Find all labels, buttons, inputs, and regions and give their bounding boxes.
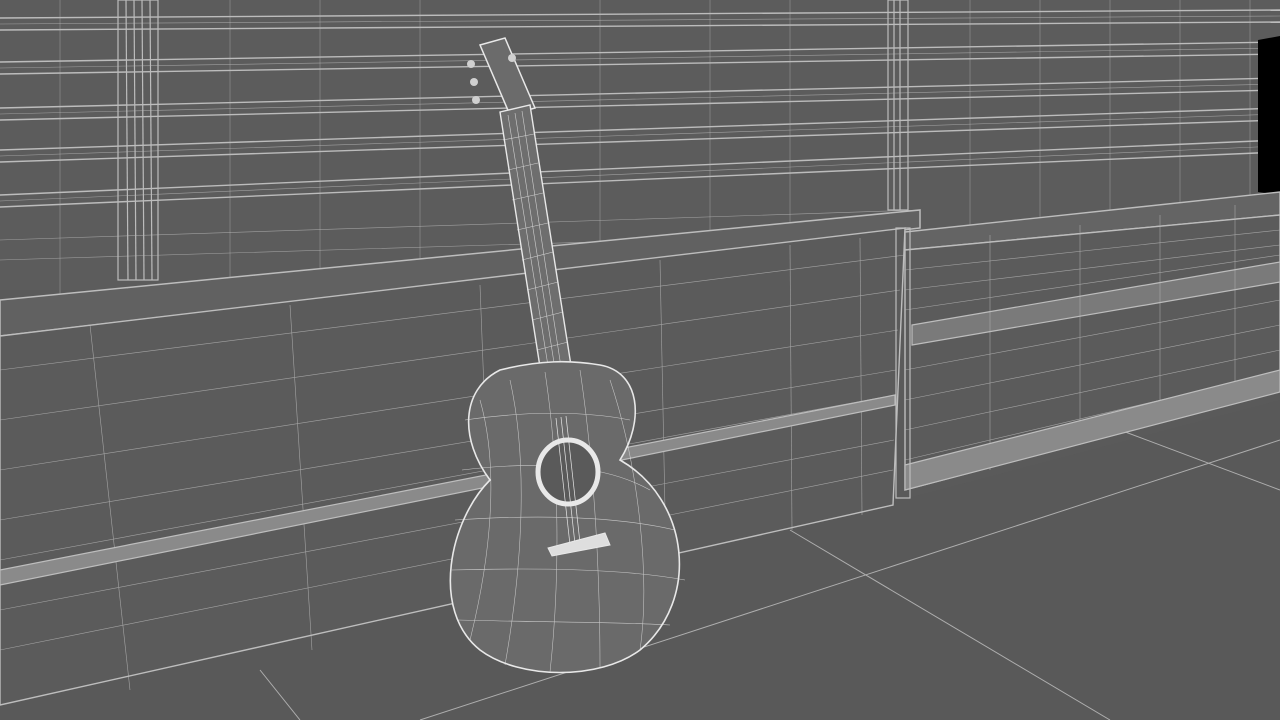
3d-viewport-wireframe[interactable]	[0, 0, 1280, 720]
viewport-canvas[interactable]	[0, 0, 1280, 720]
sound-hole	[535, 437, 601, 507]
void-opening	[1258, 36, 1280, 195]
